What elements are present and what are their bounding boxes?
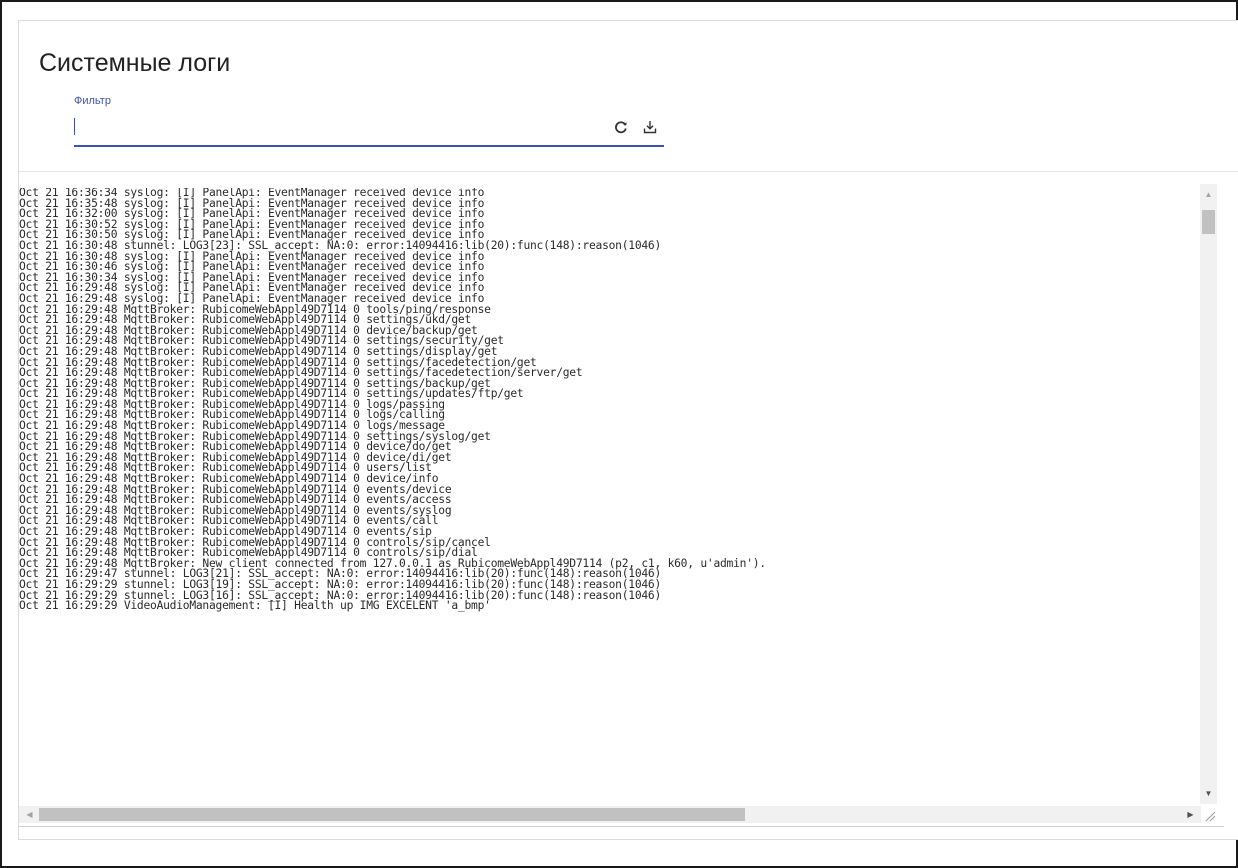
filter-input[interactable] — [74, 117, 609, 139]
scroll-down-icon[interactable]: ▼ — [1200, 785, 1217, 802]
log-textarea[interactable]: Oct 21 16:36:34 syslog: [I] PanelApi: Ev… — [19, 188, 1195, 803]
vertical-scroll-thumb[interactable] — [1202, 210, 1215, 234]
refresh-icon — [615, 121, 627, 134]
filter-underline — [74, 145, 664, 147]
log-line: Oct 21 16:29:29 VideoAudioManagement: [I… — [19, 599, 491, 613]
horizontal-scrollbar[interactable]: ◀ ▶ — [19, 806, 1201, 823]
download-button[interactable] — [640, 117, 660, 137]
page-title: Системные логи — [39, 49, 231, 77]
scroll-right-icon[interactable]: ▶ — [1182, 806, 1199, 823]
resize-grip-icon[interactable] — [1200, 806, 1217, 823]
scroll-left-icon[interactable]: ◀ — [21, 806, 38, 823]
download-icon — [643, 121, 657, 134]
card-header: Системные логи Фильтр — [19, 21, 1238, 172]
refresh-button[interactable] — [611, 117, 631, 137]
text-caret — [74, 118, 75, 135]
scroll-up-icon[interactable]: ▲ — [1200, 186, 1217, 203]
filter-field: Фильтр — [74, 95, 664, 147]
filter-label: Фильтр — [74, 95, 111, 107]
vertical-scrollbar[interactable]: ▲ ▼ — [1200, 184, 1217, 804]
window-frame: Системные логи Фильтр Oct 21 16:36:34 sy… — [0, 0, 1238, 868]
log-viewer[interactable]: Oct 21 16:36:34 syslog: [I] PanelApi: Ev… — [19, 184, 1224, 827]
horizontal-scroll-thumb[interactable] — [39, 808, 745, 821]
